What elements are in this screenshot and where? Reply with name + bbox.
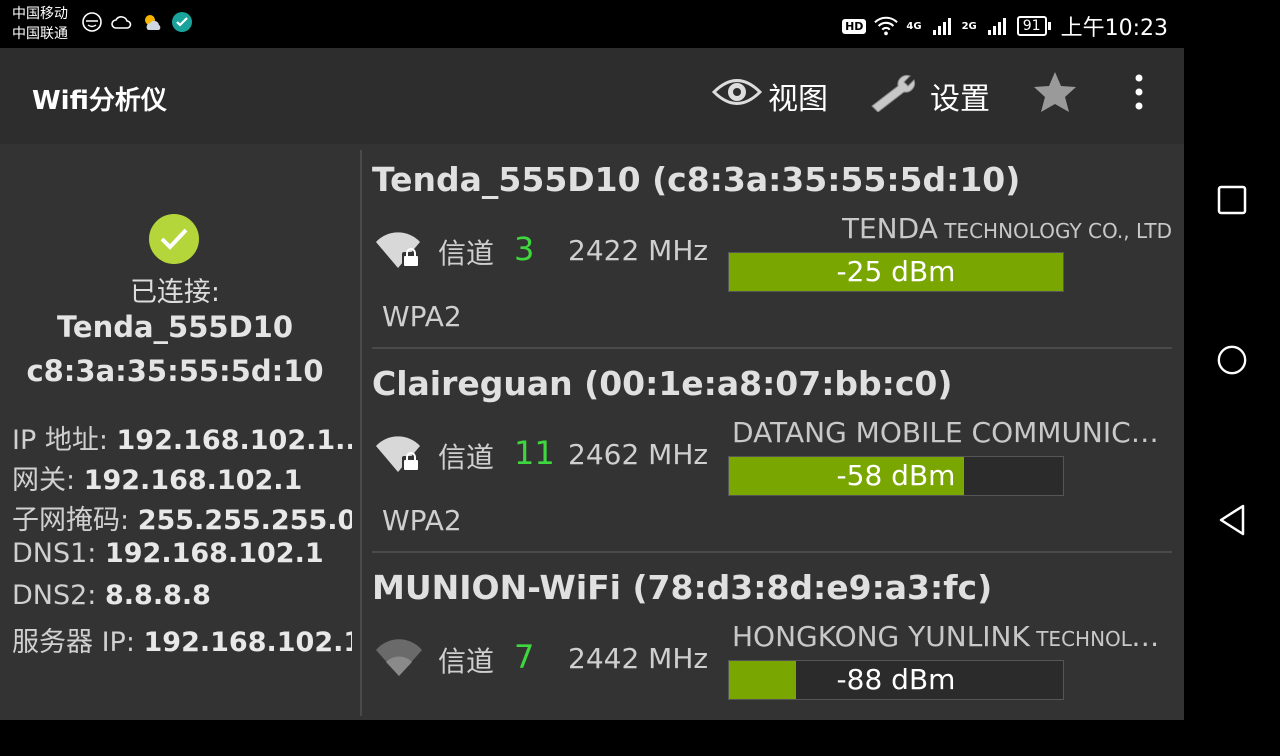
info-value: 192.168.102.1 xyxy=(83,465,303,496)
wifi-status-icon xyxy=(874,14,899,38)
gateway-row: 网关: 192.168.102.1 xyxy=(12,458,352,497)
back-button[interactable] xyxy=(1216,504,1248,536)
wrench-icon xyxy=(868,72,924,120)
channel-number: 3 xyxy=(514,230,535,268)
network-item[interactable]: Claireguan (00:1e:a8:07:bb:c0) 信道 11 246… xyxy=(372,348,1172,553)
frequency: 2422 MHz xyxy=(568,234,709,267)
info-label: IP 地址: xyxy=(12,425,117,456)
checkmark-badge-icon xyxy=(170,10,194,34)
star-icon xyxy=(1032,70,1078,122)
vendor-main: DATANG MOBILE COMMUNICATI... xyxy=(732,416,1172,449)
connected-ssid: Tenda_555D10 xyxy=(56,310,294,344)
vendor-main: TENDA xyxy=(841,212,938,245)
signal-strength-bar: -58 dBm xyxy=(728,456,1064,496)
network-title: Claireguan (00:1e:a8:07:bb:c0) xyxy=(372,364,953,403)
square-icon xyxy=(1217,185,1247,215)
eye-icon xyxy=(711,75,763,117)
signal-bars-icon xyxy=(930,14,954,38)
dns1-row: DNS1: 192.168.102.1 xyxy=(12,538,352,569)
view-button[interactable]: 视图 xyxy=(711,72,828,120)
channel-number: 7 xyxy=(514,638,535,676)
carrier-2: 中国联通 xyxy=(12,26,68,42)
status-bar: 中国移动 中国联通 HD 4G 2G 91 上午10:23 xyxy=(0,0,1184,48)
hd-badge: HD xyxy=(842,18,867,34)
signal-strength-bar: -88 dBm xyxy=(728,660,1064,700)
signal-value: -88 dBm xyxy=(836,663,956,696)
vendor-suffix: TECHNOLOGY LI... xyxy=(1036,627,1172,651)
settings-button[interactable]: 设置 xyxy=(868,72,990,120)
circle-icon xyxy=(1217,345,1247,375)
network-title: MUNION-WiFi (78:d3:8d:e9:a3:fc) xyxy=(372,568,993,607)
info-label: DNS1: xyxy=(12,538,105,569)
more-vertical-icon xyxy=(1126,72,1152,120)
channel-number: 11 xyxy=(514,434,555,472)
frequency: 2442 MHz xyxy=(568,642,709,675)
info-label: DNS2: xyxy=(12,580,105,611)
connection-panel: 已连接: Tenda_555D10 c8:3a:35:55:5d:10 IP 地… xyxy=(0,144,360,720)
info-label: 服务器 IP: xyxy=(12,627,144,658)
dns2-row: DNS2: 8.8.8.8 xyxy=(12,580,352,611)
connection-status: 已连接: xyxy=(129,277,221,308)
triangle-back-icon xyxy=(1219,504,1245,536)
panel-divider xyxy=(360,150,362,716)
home-button[interactable] xyxy=(1216,344,1248,376)
network-4g-label: 4G xyxy=(906,20,922,32)
signal-value: -58 dBm xyxy=(836,459,956,492)
vendor-main: HONGKONG YUNLINK xyxy=(732,620,1030,653)
face-mask-icon xyxy=(80,10,104,34)
network-item[interactable]: MUNION-WiFi (78:d3:8d:e9:a3:fc) 信道 7 244… xyxy=(372,552,1172,756)
server-ip-row: 服务器 IP: 192.168.102.1 xyxy=(12,620,352,659)
info-value: 192.168.102.1... xyxy=(116,425,352,456)
security-type: WPA2 xyxy=(382,300,462,333)
settings-label: 设置 xyxy=(930,82,990,117)
signal-bars-2-icon xyxy=(985,14,1009,38)
network-item[interactable]: Tenda_555D10 (c8:3a:35:55:5d:10) 信道 3 24… xyxy=(372,144,1172,349)
signal-value: -25 dBm xyxy=(836,255,956,288)
channel-label: 信道 xyxy=(438,237,495,270)
vendor-name: TENDA TECHNOLOGY CO., LTD xyxy=(842,212,1172,245)
security-type: WPA2 xyxy=(382,504,462,537)
carrier-1: 中国移动 xyxy=(12,6,68,22)
subnet-mask-row: 子网掩码: 255.255.255.0 xyxy=(12,498,352,537)
main-content: 已连接: Tenda_555D10 c8:3a:35:55:5d:10 IP 地… xyxy=(0,144,1184,720)
info-value: 192.168.102.1 xyxy=(143,627,352,658)
app-title: Wifi分析仪 xyxy=(32,86,167,116)
carrier-info: 中国移动 中国联通 xyxy=(12,4,68,44)
info-label: 子网掩码: xyxy=(12,505,138,536)
vendor-name: HONGKONG YUNLINK TECHNOLOGY LI... xyxy=(732,620,1172,653)
weather-sun-icon xyxy=(140,10,164,34)
app-bar: Wifi分析仪 视图 设置 xyxy=(0,48,1184,144)
network-title: Tenda_555D10 (c8:3a:35:55:5d:10) xyxy=(372,160,1021,199)
vendor-suffix: TECHNOLOGY CO., LTD xyxy=(937,219,1172,243)
vendor-name: DATANG MOBILE COMMUNICATI... xyxy=(732,416,1172,449)
wifi-locked-icon xyxy=(374,230,424,270)
frequency: 2462 MHz xyxy=(568,438,709,471)
network-2g-label: 2G xyxy=(961,20,977,32)
info-value: 255.255.255.0 xyxy=(137,505,352,536)
info-value: 192.168.102.1 xyxy=(104,538,324,569)
clock: 上午10:23 xyxy=(1060,16,1168,41)
wifi-open-icon xyxy=(374,638,424,678)
connected-bssid: c8:3a:35:55:5d:10 xyxy=(26,354,324,388)
connected-check-icon xyxy=(149,214,199,264)
wifi-locked-icon xyxy=(374,434,424,474)
navigation-bar xyxy=(1184,0,1280,720)
overflow-menu-button[interactable] xyxy=(1126,72,1152,120)
view-label: 视图 xyxy=(768,82,828,117)
notification-icons xyxy=(80,10,194,34)
ip-address-row: IP 地址: 192.168.102.1... xyxy=(12,418,352,457)
battery-icon: 91 xyxy=(1016,16,1051,36)
signal-strength-bar: -25 dBm xyxy=(728,252,1064,292)
channel-label: 信道 xyxy=(438,441,495,474)
info-label: 网关: xyxy=(12,465,84,496)
system-status: HD 4G 2G 91 上午10:23 xyxy=(842,10,1168,42)
channel-label: 信道 xyxy=(438,645,495,678)
info-value: 8.8.8.8 xyxy=(104,580,211,611)
cloud-icon xyxy=(110,10,134,34)
favorite-button[interactable] xyxy=(1032,72,1078,120)
recents-button[interactable] xyxy=(1216,184,1248,216)
